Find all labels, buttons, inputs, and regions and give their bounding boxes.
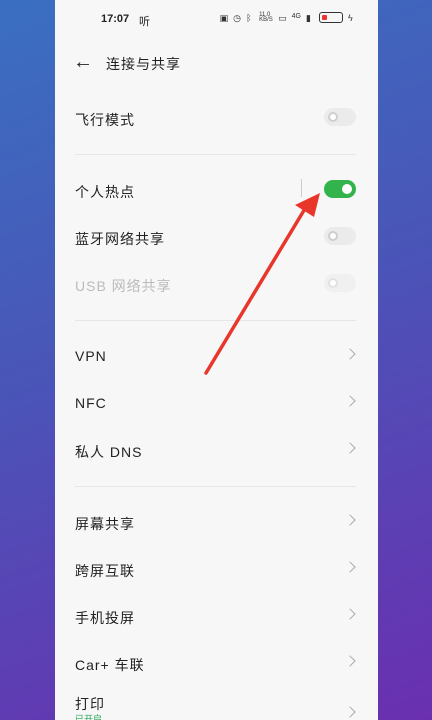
personal-hotspot-toggle[interactable] <box>324 180 356 198</box>
page-title: 连接与共享 <box>106 56 181 72</box>
separator-bar <box>301 179 302 197</box>
row-nfc[interactable]: NFC <box>55 383 378 423</box>
row-cross-screen[interactable]: 跨屏互联 <box>55 549 378 589</box>
chevron-right-icon <box>344 561 356 573</box>
divider <box>75 154 356 155</box>
row-usb-tethering: USB 网络共享 <box>55 264 378 304</box>
chevron-right-icon <box>344 348 356 360</box>
status-carrier: 听 <box>139 16 150 28</box>
page-header: ← 连接与共享 <box>55 48 378 78</box>
alarm-icon: ◷ <box>233 12 241 23</box>
toggle-knob <box>342 184 352 194</box>
chevron-right-icon <box>344 655 356 667</box>
row-label: 个人热点 <box>75 184 135 200</box>
phone-screen: 17:07 听 ▣ ◷ ᛒ 11.0 KB/S ▭ 4G ▮ ϟ ← 连接与共享… <box>55 0 378 720</box>
divider <box>75 486 356 487</box>
network-label: 4G <box>291 12 301 20</box>
row-screen-sharing[interactable]: 屏幕共享 <box>55 502 378 542</box>
signal-icon: ▮ <box>306 12 311 23</box>
row-bluetooth-tethering[interactable]: 蓝牙网络共享 <box>55 217 378 257</box>
row-label: 打印 <box>75 696 105 712</box>
row-label: 蓝牙网络共享 <box>75 231 165 247</box>
hd-icon: ▭ <box>278 12 287 23</box>
row-car-connect[interactable]: Car+ 车联 <box>55 643 378 683</box>
status-bar: 17:07 听 ▣ ◷ ᛒ 11.0 KB/S ▭ 4G ▮ ϟ <box>55 0 378 38</box>
airplane-mode-toggle[interactable] <box>324 108 356 126</box>
charging-icon: ϟ <box>348 12 353 23</box>
row-print[interactable]: 打印 已开启 <box>55 686 378 720</box>
toggle-knob <box>328 278 338 288</box>
chevron-right-icon <box>344 706 356 718</box>
row-label: Car+ 车联 <box>75 657 145 673</box>
row-label: VPN <box>75 348 107 364</box>
row-label: 屏幕共享 <box>75 516 135 532</box>
chevron-right-icon <box>344 395 356 407</box>
toggle-knob <box>328 231 338 241</box>
battery-icon <box>319 12 343 23</box>
row-screen-cast[interactable]: 手机投屏 <box>55 596 378 636</box>
chevron-right-icon <box>344 442 356 454</box>
row-label: 私人 DNS <box>75 444 143 460</box>
row-private-dns[interactable]: 私人 DNS <box>55 430 378 470</box>
status-icons: ▣ ◷ ᛒ 11.0 KB/S ▭ 4G ▮ ϟ <box>220 12 356 23</box>
status-time: 17:07 <box>101 13 130 25</box>
toggle-knob <box>328 112 338 122</box>
row-label: 跨屏互联 <box>75 563 135 579</box>
chevron-right-icon <box>344 608 356 620</box>
row-sublabel: 已开启 <box>75 714 103 720</box>
row-label: 手机投屏 <box>75 610 135 626</box>
row-label: USB 网络共享 <box>75 278 172 294</box>
arrow-left-icon[interactable]: ← <box>73 52 93 72</box>
bluetooth-tethering-toggle[interactable] <box>324 227 356 245</box>
net-speed-label: 11.0 KB/S <box>259 11 273 23</box>
row-label: 飞行模式 <box>75 112 135 128</box>
row-airplane-mode[interactable]: 飞行模式 <box>55 98 378 138</box>
usb-tethering-toggle <box>324 274 356 292</box>
nfc-icon: ▣ <box>219 12 229 23</box>
row-vpn[interactable]: VPN <box>55 336 378 376</box>
divider <box>75 320 356 321</box>
row-label: NFC <box>75 395 107 411</box>
chevron-right-icon <box>344 514 356 526</box>
row-personal-hotspot[interactable]: 个人热点 <box>55 170 378 210</box>
bluetooth-icon: ᛒ <box>246 12 252 23</box>
